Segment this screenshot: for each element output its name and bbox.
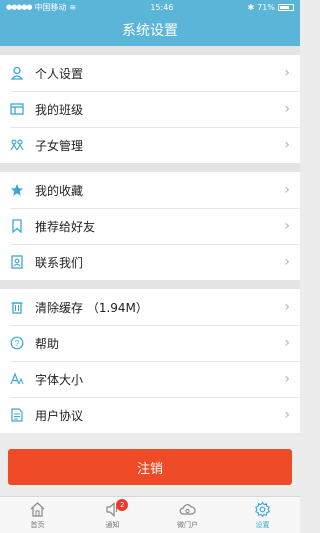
row-user-agreement[interactable]: 用户协议 › [0, 397, 300, 433]
section-divider [0, 163, 300, 172]
settings-group-2: 我的收藏 › 推荐给好友 › 联系我们 › [0, 172, 300, 280]
signal-icon: ●●●●● [6, 3, 33, 11]
tab-label: 通知 [105, 520, 120, 529]
row-font-size[interactable]: 字体大小 › [0, 361, 300, 397]
row-label: 清除缓存 （1.94M） [35, 300, 148, 315]
row-help[interactable]: ? 帮助 › [0, 325, 300, 361]
status-bar: ●●●●● 中国移动 ≋ 15:46 ✱ 71% [0, 0, 300, 14]
row-my-class[interactable]: 我的班级 › [0, 91, 300, 127]
tab-micro-portal[interactable]: 微门户 [150, 497, 225, 533]
row-label: 联系我们 [35, 255, 84, 270]
person-icon [10, 66, 24, 80]
battery-icon [277, 3, 294, 11]
row-personal-settings[interactable]: 个人设置 › [0, 55, 300, 91]
logout-button[interactable]: 注销 [8, 449, 292, 485]
row-my-favorites[interactable]: 我的收藏 › [0, 172, 300, 208]
chevron-right-icon: › [284, 407, 290, 423]
row-label: 推荐给好友 [35, 219, 96, 234]
row-label: 我的班级 [35, 102, 84, 117]
tab-settings[interactable]: 设置 [225, 497, 300, 533]
chevron-right-icon: › [284, 299, 290, 315]
chevron-right-icon: › [284, 182, 290, 198]
logout-label: 注销 [136, 461, 163, 477]
settings-group-1: 个人设置 › 我的班级 › 子女管理 › [0, 55, 300, 163]
star-icon [10, 183, 24, 197]
battery-percent: 71% [257, 2, 275, 12]
chevron-right-icon: › [284, 218, 290, 234]
notification-badge: 2 [116, 499, 129, 511]
section-divider [0, 280, 300, 289]
tab-label: 首页 [30, 520, 45, 529]
contact-icon [10, 255, 24, 269]
tab-notifications[interactable]: 2 通知 [75, 497, 150, 533]
chevron-right-icon: › [284, 137, 290, 153]
bluetooth-icon: ✱ [247, 2, 255, 12]
home-icon [30, 501, 45, 517]
row-recommend-friends[interactable]: 推荐给好友 › [0, 208, 300, 244]
font-size-icon [10, 372, 24, 386]
row-clear-cache[interactable]: 清除缓存 （1.94M） › [0, 289, 300, 325]
page-title-bar: 系统设置 [0, 14, 300, 46]
help-icon: ? [10, 336, 24, 350]
tab-label: 设置 [255, 520, 270, 529]
clock: 15:46 [150, 2, 174, 12]
bottom-tab-bar: 首页 2 通知 微门户 设置 [0, 496, 300, 533]
children-icon [10, 138, 24, 152]
row-label: 帮助 [35, 336, 60, 351]
document-icon [10, 408, 24, 422]
chevron-right-icon: › [284, 254, 290, 270]
row-label: 用户协议 [35, 408, 84, 423]
logout-container: 注销 [0, 433, 300, 485]
chevron-right-icon: › [284, 371, 290, 387]
row-label: 字体大小 [35, 372, 84, 387]
wifi-icon: ≋ [69, 2, 77, 12]
settings-group-3: 清除缓存 （1.94M） › ? 帮助 › 字体大小 › 用户协议 › [0, 289, 300, 433]
trash-icon [10, 300, 24, 314]
gear-icon [255, 501, 270, 517]
class-icon [10, 102, 24, 116]
row-label: 个人设置 [35, 66, 84, 81]
section-divider [0, 46, 300, 55]
row-label: 子女管理 [35, 138, 84, 153]
cloud-icon [179, 503, 196, 515]
chevron-right-icon: › [284, 101, 290, 117]
carrier-label: 中国移动 [34, 2, 67, 12]
tab-label: 微门户 [177, 520, 198, 529]
page-title: 系统设置 [122, 23, 178, 39]
bookmark-icon [10, 219, 24, 233]
svg-text:?: ? [15, 339, 20, 348]
chevron-right-icon: › [284, 335, 290, 351]
row-label: 我的收藏 [35, 183, 84, 198]
row-contact-us[interactable]: 联系我们 › [0, 244, 300, 280]
tab-home[interactable]: 首页 [0, 497, 75, 533]
row-children-management[interactable]: 子女管理 › [0, 127, 300, 163]
chevron-right-icon: › [284, 65, 290, 81]
